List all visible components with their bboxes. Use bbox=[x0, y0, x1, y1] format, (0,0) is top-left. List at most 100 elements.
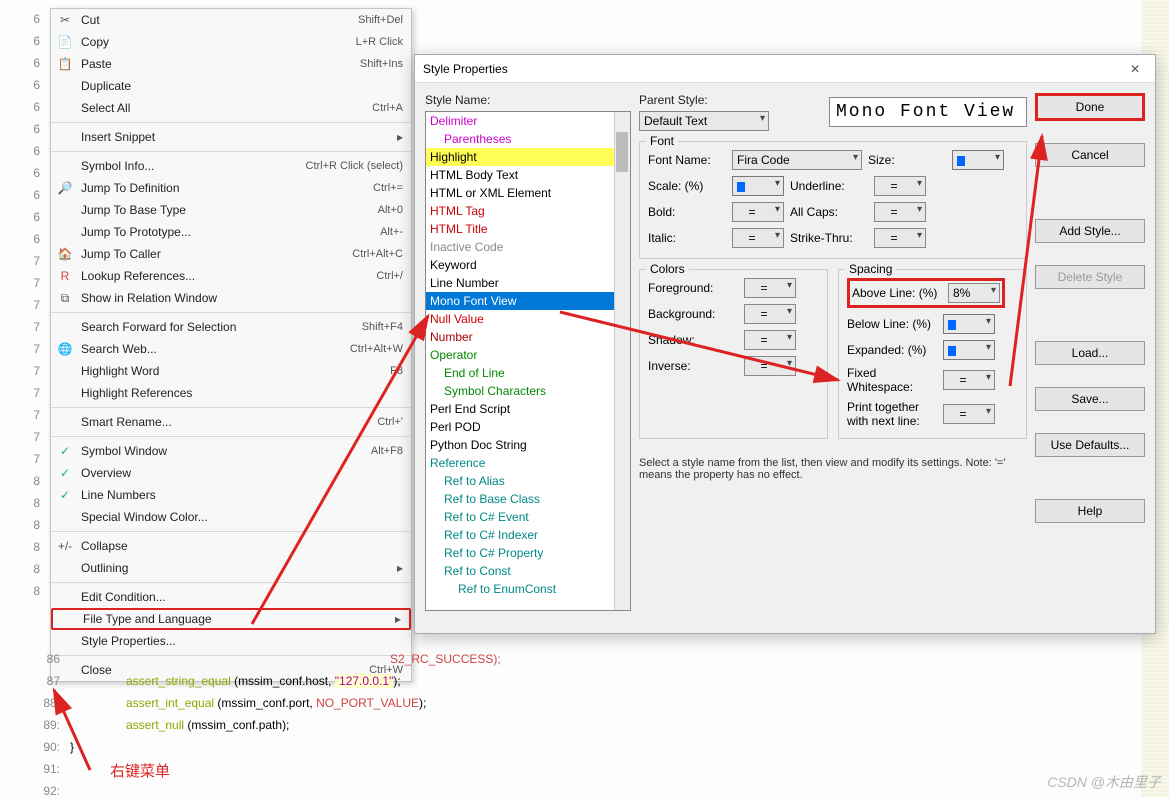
code-token: } bbox=[70, 740, 74, 754]
menu-item[interactable]: ✓Line Numbers bbox=[51, 484, 411, 506]
style-list-item[interactable]: Keyword bbox=[426, 256, 630, 274]
strike-combo[interactable]: = bbox=[874, 228, 926, 248]
menu-item[interactable]: ✓Overview bbox=[51, 462, 411, 484]
style-list-item[interactable]: Perl POD bbox=[426, 418, 630, 436]
style-list-item[interactable]: Line Number bbox=[426, 274, 630, 292]
style-list-item[interactable]: Perl End Script bbox=[426, 400, 630, 418]
style-list-item[interactable]: Operator bbox=[426, 346, 630, 364]
menu-item[interactable]: ✂CutShift+Del bbox=[51, 9, 411, 31]
above-line-label: Above Line: (%) bbox=[852, 286, 942, 300]
watermark: CSDN @木由里子 bbox=[1047, 772, 1161, 792]
menu-item[interactable]: +/-Collapse bbox=[51, 535, 411, 557]
style-list-item[interactable]: Ref to Const bbox=[426, 562, 630, 580]
menu-item[interactable]: ✓Symbol WindowAlt+F8 bbox=[51, 440, 411, 462]
use-defaults-button[interactable]: Use Defaults... bbox=[1035, 433, 1145, 457]
scale-label: Scale: (%) bbox=[648, 179, 726, 193]
menu-item[interactable]: Smart Rename...Ctrl+' bbox=[51, 411, 411, 433]
menu-item[interactable]: Jump To Prototype...Alt+- bbox=[51, 221, 411, 243]
menu-item[interactable]: 📄CopyL+R Click bbox=[51, 31, 411, 53]
italic-combo[interactable]: = bbox=[732, 228, 784, 248]
style-list-item[interactable]: Delimiter bbox=[426, 112, 630, 130]
size-combo[interactable] bbox=[952, 150, 1004, 170]
style-list-item[interactable]: Ref to EnumConst bbox=[426, 580, 630, 598]
colors-group-title: Colors bbox=[646, 262, 689, 276]
menu-item[interactable]: Symbol Info...Ctrl+R Click (select) bbox=[51, 155, 411, 177]
menu-item[interactable]: 🔎Jump To DefinitionCtrl+= bbox=[51, 177, 411, 199]
code-token: assert_string_equal bbox=[126, 674, 231, 688]
dialog-title: Style Properties bbox=[423, 62, 508, 76]
style-list-item[interactable]: Ref to C# Property bbox=[426, 544, 630, 562]
code-token: (mssim_conf.path); bbox=[184, 718, 289, 732]
menu-item[interactable]: Special Window Color... bbox=[51, 506, 411, 528]
spacing-group-title: Spacing bbox=[845, 262, 896, 276]
font-name-label: Font Name: bbox=[648, 153, 726, 167]
above-line-combo[interactable]: 8% bbox=[948, 283, 1000, 303]
style-list-item[interactable]: Symbol Characters bbox=[426, 382, 630, 400]
foreground-label: Foreground: bbox=[648, 281, 738, 295]
style-list-item[interactable]: HTML or XML Element bbox=[426, 184, 630, 202]
help-button[interactable]: Help bbox=[1035, 499, 1145, 523]
style-list-item[interactable]: Ref to Base Class bbox=[426, 490, 630, 508]
style-list-item[interactable]: Null Value bbox=[426, 310, 630, 328]
style-list-item[interactable]: Ref to C# Event bbox=[426, 508, 630, 526]
style-list-item[interactable]: Highlight bbox=[426, 148, 630, 166]
inverse-combo[interactable]: = bbox=[744, 356, 796, 376]
style-list-item[interactable]: Ref to Alias bbox=[426, 472, 630, 490]
style-list-item[interactable]: Reference bbox=[426, 454, 630, 472]
cancel-button[interactable]: Cancel bbox=[1035, 143, 1145, 167]
expanded-combo[interactable] bbox=[943, 340, 995, 360]
menu-item[interactable]: Outlining▸ bbox=[51, 557, 411, 579]
parent-style-label: Parent Style: bbox=[639, 93, 823, 107]
load-button[interactable]: Load... bbox=[1035, 341, 1145, 365]
font-name-combo[interactable]: Fira Code bbox=[732, 150, 862, 170]
background-label: Background: bbox=[648, 307, 738, 321]
menu-item[interactable]: Jump To Base TypeAlt+0 bbox=[51, 199, 411, 221]
style-name-list[interactable]: DelimiterParenthesesHighlightHTML Body T… bbox=[425, 111, 631, 611]
menu-item[interactable]: Highlight WordF8 bbox=[51, 360, 411, 382]
style-list-item[interactable]: HTML Title bbox=[426, 220, 630, 238]
style-list-item[interactable]: End of Line bbox=[426, 364, 630, 382]
expanded-label: Expanded: (%) bbox=[847, 343, 937, 357]
scale-combo[interactable] bbox=[732, 176, 784, 196]
add-style-button[interactable]: Add Style... bbox=[1035, 219, 1145, 243]
delete-style-button[interactable]: Delete Style bbox=[1035, 265, 1145, 289]
close-icon[interactable]: ✕ bbox=[1123, 62, 1147, 76]
font-group-title: Font bbox=[646, 134, 678, 148]
code-token: (mssim_conf.port, bbox=[214, 696, 316, 710]
done-button[interactable]: Done bbox=[1035, 93, 1145, 121]
menu-item[interactable]: File Type and Language▸ bbox=[51, 608, 411, 630]
printtog-combo[interactable]: = bbox=[943, 404, 995, 424]
code-area[interactable]: S2_RC_SUCCESS); assert_string_equal (mss… bbox=[70, 648, 501, 758]
style-list-item[interactable]: HTML Body Text bbox=[426, 166, 630, 184]
style-list-item[interactable]: Python Doc String bbox=[426, 436, 630, 454]
below-line-combo[interactable] bbox=[943, 314, 995, 334]
menu-item[interactable]: Select AllCtrl+A bbox=[51, 97, 411, 119]
menu-item[interactable]: RLookup References...Ctrl+/ bbox=[51, 265, 411, 287]
underline-combo[interactable]: = bbox=[874, 176, 926, 196]
menu-item[interactable]: 📋PasteShift+Ins bbox=[51, 53, 411, 75]
style-list-item[interactable]: HTML Tag bbox=[426, 202, 630, 220]
shadow-combo[interactable]: = bbox=[744, 330, 796, 350]
menu-item[interactable]: Insert Snippet▸ bbox=[51, 126, 411, 148]
style-list-item[interactable]: Inactive Code bbox=[426, 238, 630, 256]
style-list-item[interactable]: Number bbox=[426, 328, 630, 346]
parent-style-combo[interactable]: Default Text bbox=[639, 111, 769, 131]
fixedws-combo[interactable]: = bbox=[943, 370, 995, 390]
menu-item[interactable]: 🏠Jump To CallerCtrl+Alt+C bbox=[51, 243, 411, 265]
code-token: NO_PORT_VALUE bbox=[316, 696, 419, 710]
menu-item[interactable]: 🌐Search Web...Ctrl+Alt+W bbox=[51, 338, 411, 360]
style-list-item[interactable]: Parentheses bbox=[426, 130, 630, 148]
bold-combo[interactable]: = bbox=[732, 202, 784, 222]
menu-item[interactable]: Edit Condition... bbox=[51, 586, 411, 608]
style-list-item[interactable]: Mono Font View bbox=[426, 292, 630, 310]
foreground-combo[interactable]: = bbox=[744, 278, 796, 298]
style-list-item[interactable]: Ref to C# Indexer bbox=[426, 526, 630, 544]
menu-item[interactable]: ⧉Show in Relation Window bbox=[51, 287, 411, 309]
menu-item[interactable]: Duplicate bbox=[51, 75, 411, 97]
background-combo[interactable]: = bbox=[744, 304, 796, 324]
menu-item[interactable]: Highlight References bbox=[51, 382, 411, 404]
menu-item[interactable]: Search Forward for SelectionShift+F4 bbox=[51, 316, 411, 338]
save-button[interactable]: Save... bbox=[1035, 387, 1145, 411]
scrollbar[interactable] bbox=[614, 112, 630, 610]
allcaps-combo[interactable]: = bbox=[874, 202, 926, 222]
